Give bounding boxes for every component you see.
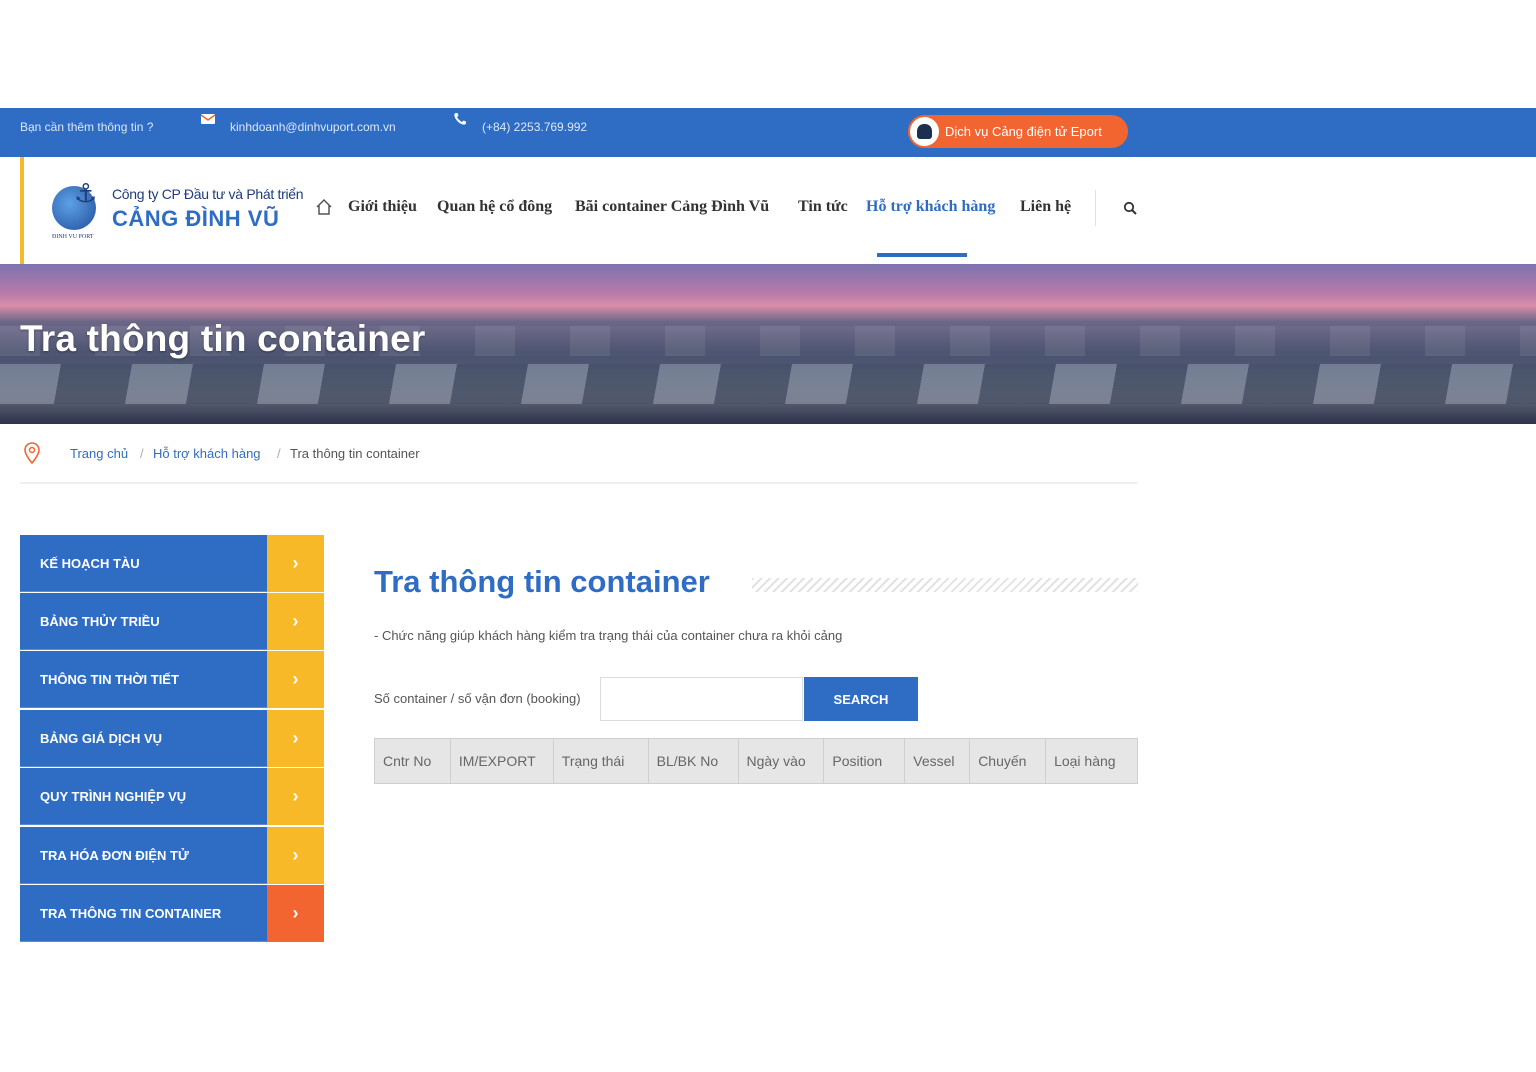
sidebar-item-label: KẾ HOẠCH TÀU (40, 556, 140, 571)
nav-quan-he-co-dong[interactable]: Quan hệ cổ đông (437, 198, 552, 216)
breadcrumb-home[interactable]: Trang chủ (70, 446, 128, 461)
sidebar-item-bang-thuy-trieu[interactable]: BẢNG THỦY TRIỀU › (20, 593, 324, 650)
search-button[interactable]: SEARCH (804, 677, 918, 721)
ship-icon (910, 117, 939, 146)
home-icon[interactable] (314, 197, 334, 217)
mail-icon (196, 108, 220, 130)
banner-title: Tra thông tin container (20, 318, 426, 359)
col-ngay-vao: Ngày vào (737, 738, 825, 784)
title-decoration (752, 578, 1138, 592)
col-vessel: Vessel (904, 738, 971, 784)
search-icon[interactable] (1123, 201, 1137, 215)
breadcrumb-current: Tra thông tin container (290, 446, 420, 461)
breadcrumb-support[interactable]: Hỗ trợ khách hàng (153, 446, 261, 461)
chevron-right-icon: › (267, 535, 324, 592)
col-im-export: IM/EXPORT (449, 738, 554, 784)
breadcrumb-separator: / (140, 446, 144, 461)
col-position: Position (823, 738, 906, 784)
top-bar: Bạn cần thêm thông tin ? kinhdoanh@dinhv… (0, 108, 1536, 157)
logo[interactable]: ⚓ ĐINH VU PORT (52, 178, 112, 240)
banner-surf (0, 364, 1536, 404)
sidebar-item-label: QUY TRÌNH NGHIỆP VỤ (40, 789, 187, 804)
location-pin-icon (24, 442, 40, 465)
phone-link[interactable]: (+84) 2253.769.992 (482, 120, 587, 134)
sidebar-item-ke-hoach-tau[interactable]: KẾ HOẠCH TÀU › (20, 535, 324, 592)
sidebar-item-tra-thong-tin-container[interactable]: TRA THÔNG TIN CONTAINER › (20, 885, 324, 942)
breadcrumb-divider (20, 482, 1138, 484)
sidebar-item-label: THÔNG TIN THỜI TIẾT (40, 672, 179, 687)
company-subtitle: Công ty CP Đầu tư và Phát triển (112, 186, 304, 202)
phone-icon (448, 108, 472, 130)
chevron-right-icon: › (267, 710, 324, 767)
nav-active-indicator (877, 253, 967, 257)
col-loai-hang: Loại hàng (1045, 738, 1138, 784)
company-name: CẢNG ĐÌNH VŨ (112, 206, 280, 231)
nav-ho-tro-khach-hang[interactable]: Hỗ trợ khách hàng (866, 198, 995, 216)
sidebar-item-tra-hoa-don-dien-tu[interactable]: TRA HÓA ĐƠN ĐIỆN TỬ › (20, 827, 324, 884)
nav-bai-container[interactable]: Bãi container Cảng Đình Vũ (575, 198, 769, 216)
logo-text: ĐINH VU PORT (52, 234, 94, 240)
nav-tin-tuc[interactable]: Tin tức (798, 198, 848, 216)
sidebar-item-label: TRA HÓA ĐƠN ĐIỆN TỬ (40, 848, 189, 863)
table-header-row: Cntr No IM/EXPORT Trạng thái BL/BK No Ng… (374, 738, 1138, 784)
col-trang-thai: Trạng thái (552, 738, 649, 784)
container-search-label: Số container / số vận đơn (booking) (374, 691, 581, 706)
col-chuyen: Chuyến (969, 738, 1047, 784)
nav-gioi-thieu[interactable]: Giới thiệu (348, 198, 417, 216)
eport-label: Dịch vụ Cảng điện tử Eport (945, 124, 1102, 139)
container-search-input[interactable] (600, 677, 803, 721)
chevron-right-icon: › (267, 885, 324, 942)
nav-divider (1095, 190, 1096, 226)
chevron-right-icon: › (267, 768, 324, 825)
sidebar-item-label: BẢNG GIÁ DỊCH VỤ (40, 731, 163, 746)
col-bl-bk-no: BL/BK No (647, 738, 739, 784)
sidebar-item-thong-tin-thoi-tiet[interactable]: THÔNG TIN THỜI TIẾT › (20, 651, 324, 708)
chevron-right-icon: › (267, 651, 324, 708)
nav-lien-he[interactable]: Liên hệ (1020, 198, 1071, 216)
email-link[interactable]: kinhdoanh@dinhvuport.com.vn (230, 120, 396, 134)
sidebar-item-quy-trinh-nghiep-vu[interactable]: QUY TRÌNH NGHIỆP VỤ › (20, 768, 324, 825)
sidebar-item-label: TRA THÔNG TIN CONTAINER (40, 906, 222, 921)
page-description: - Chức năng giúp khách hàng kiểm tra trạ… (374, 628, 843, 643)
eport-button[interactable]: Dịch vụ Cảng điện tử Eport (908, 115, 1128, 148)
sidebar-item-bang-gia-dich-vu[interactable]: BẢNG GIÁ DỊCH VỤ › (20, 710, 324, 767)
page-title: Tra thông tin container (374, 564, 710, 599)
logo-anchor-icon: ⚓ (74, 178, 98, 208)
sidebar-item-label: BẢNG THỦY TRIỀU (40, 614, 160, 629)
breadcrumb-separator: / (277, 446, 281, 461)
results-table: Cntr No IM/EXPORT Trạng thái BL/BK No Ng… (374, 738, 1138, 784)
chevron-right-icon: › (267, 593, 324, 650)
help-text: Bạn cần thêm thông tin ? (20, 120, 154, 134)
chevron-right-icon: › (267, 827, 324, 884)
col-cntr-no: Cntr No (374, 738, 451, 784)
